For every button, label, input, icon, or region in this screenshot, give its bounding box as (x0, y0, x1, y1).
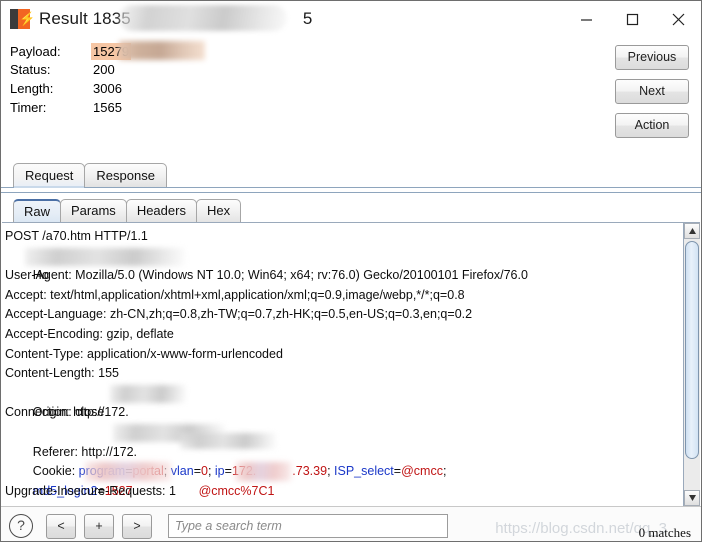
minimize-button[interactable] (563, 1, 609, 37)
message-view-tabs: Raw Params Headers Hex (1, 196, 701, 222)
field-status: Status: 200 (10, 62, 131, 81)
field-value-payload: 15279 (91, 41, 205, 60)
request-line-0: POST /a70.htm HTTP/1.1 (5, 229, 148, 243)
window-title: Result 1835 5 (39, 9, 312, 29)
field-timer: Timer: 1565 (10, 100, 131, 119)
origin-redaction-blur (110, 384, 186, 403)
payload-text: 15279 (93, 44, 130, 59)
maximize-button[interactable] (609, 1, 655, 37)
window-controls (563, 1, 701, 37)
editor-vertical-scrollbar[interactable] (683, 223, 700, 506)
field-payload: Payload: 15279 (10, 41, 205, 62)
field-label-status: Status: (10, 62, 51, 77)
request-line-2: User-Agent: Mozilla/5.0 (Windows NT 10.0… (5, 268, 528, 283)
scrollbar-thumb[interactable] (685, 241, 699, 459)
burp-result-window: ⚡ Result 1835 5 Payload: 15279 Status: 2… (0, 0, 702, 542)
tab-params[interactable]: Params (60, 199, 127, 222)
tab-hex[interactable]: Hex (195, 199, 242, 222)
tab-headers[interactable]: Headers (125, 199, 197, 222)
title-bar: ⚡ Result 1835 5 (1, 1, 701, 37)
request-line-upgrade: Upgrade-Insecure-Requests: 1 (5, 483, 176, 498)
scroll-up-arrow-icon[interactable] (684, 223, 700, 239)
help-icon[interactable]: ? (9, 514, 33, 538)
field-label-timer: Timer: (10, 100, 47, 115)
referer-redaction-blur (113, 423, 225, 442)
request-line-cookie: Cookie: program=portal; vlan=0; ip=172..… (5, 432, 683, 478)
field-label-length: Length: (10, 81, 54, 96)
field-value-length: 3006 (93, 81, 122, 96)
request-line-1: Ho (5, 247, 683, 282)
scroll-down-arrow-icon[interactable] (684, 490, 700, 506)
tab-response[interactable]: Response (84, 163, 167, 187)
search-input[interactable] (168, 514, 448, 538)
field-length: Length: 3006 (10, 81, 131, 100)
field-label-payload: Payload: (10, 44, 61, 59)
scrollbar-track[interactable] (684, 239, 700, 490)
request-line-5: Accept-Encoding: gzip, deflate (5, 326, 174, 341)
window-title-prefix: Result 1835 (39, 9, 131, 28)
tab-raw[interactable]: Raw (13, 199, 62, 222)
match-count-label: 0 matches (638, 525, 691, 540)
search-add-button[interactable]: + (84, 513, 114, 539)
request-line-md5login: md5_login2=1527 @cmcc%7C1 (5, 462, 683, 498)
request-line-4: Accept-Language: zh-CN,zh;q=0.8,zh-TW;q=… (5, 307, 473, 322)
summary-fields: Payload: 15279 Status: 200 Length: 3006 … (10, 41, 205, 119)
tab-request[interactable]: Request (13, 163, 86, 188)
field-value-timer: 1565 (93, 100, 122, 115)
request-line-referer: Referer: http://172. (5, 423, 683, 459)
request-line-3: Accept: text/html,application/xhtml+xml,… (5, 287, 465, 302)
next-button[interactable]: Next (615, 79, 689, 104)
request-line-7: Content-Length: 155 (5, 366, 119, 381)
result-summary: Payload: 15279 Status: 200 Length: 3006 … (1, 37, 701, 161)
raw-request-editor: POST /a70.htm HTTP/1.1 Ho User-Agent: Mo… (2, 222, 700, 506)
search-next-button[interactable]: > (122, 513, 152, 539)
previous-button[interactable]: Previous (615, 45, 689, 70)
search-previous-button[interactable]: < (46, 513, 76, 539)
close-button[interactable] (655, 1, 701, 37)
field-value-status: 200 (93, 62, 115, 77)
md5-redaction-blur-right (235, 462, 291, 482)
message-direction-tabs: Request Response (1, 161, 701, 188)
md5-redaction-blur-left (85, 462, 171, 482)
request-text-area[interactable]: POST /a70.htm HTTP/1.1 Ho User-Agent: Mo… (2, 223, 683, 506)
payload-redaction-blur (119, 41, 205, 60)
request-line-origin: Origin: http://172. (5, 384, 683, 419)
host-redaction-blur (25, 247, 185, 266)
burp-suite-logo-icon: ⚡ (10, 9, 35, 29)
search-toolbar: ? < + > https://blog.csdn.net/qq_3 0 mat… (1, 506, 701, 541)
request-line-connection: Connection: close (5, 405, 105, 420)
action-button[interactable]: Action (615, 113, 689, 138)
window-title-suffix: 5 (302, 9, 313, 28)
navigation-buttons: Previous Next Action (615, 45, 689, 147)
request-line-6: Content-Type: application/x-www-form-url… (5, 346, 283, 361)
tab-separator-rule (1, 187, 701, 193)
